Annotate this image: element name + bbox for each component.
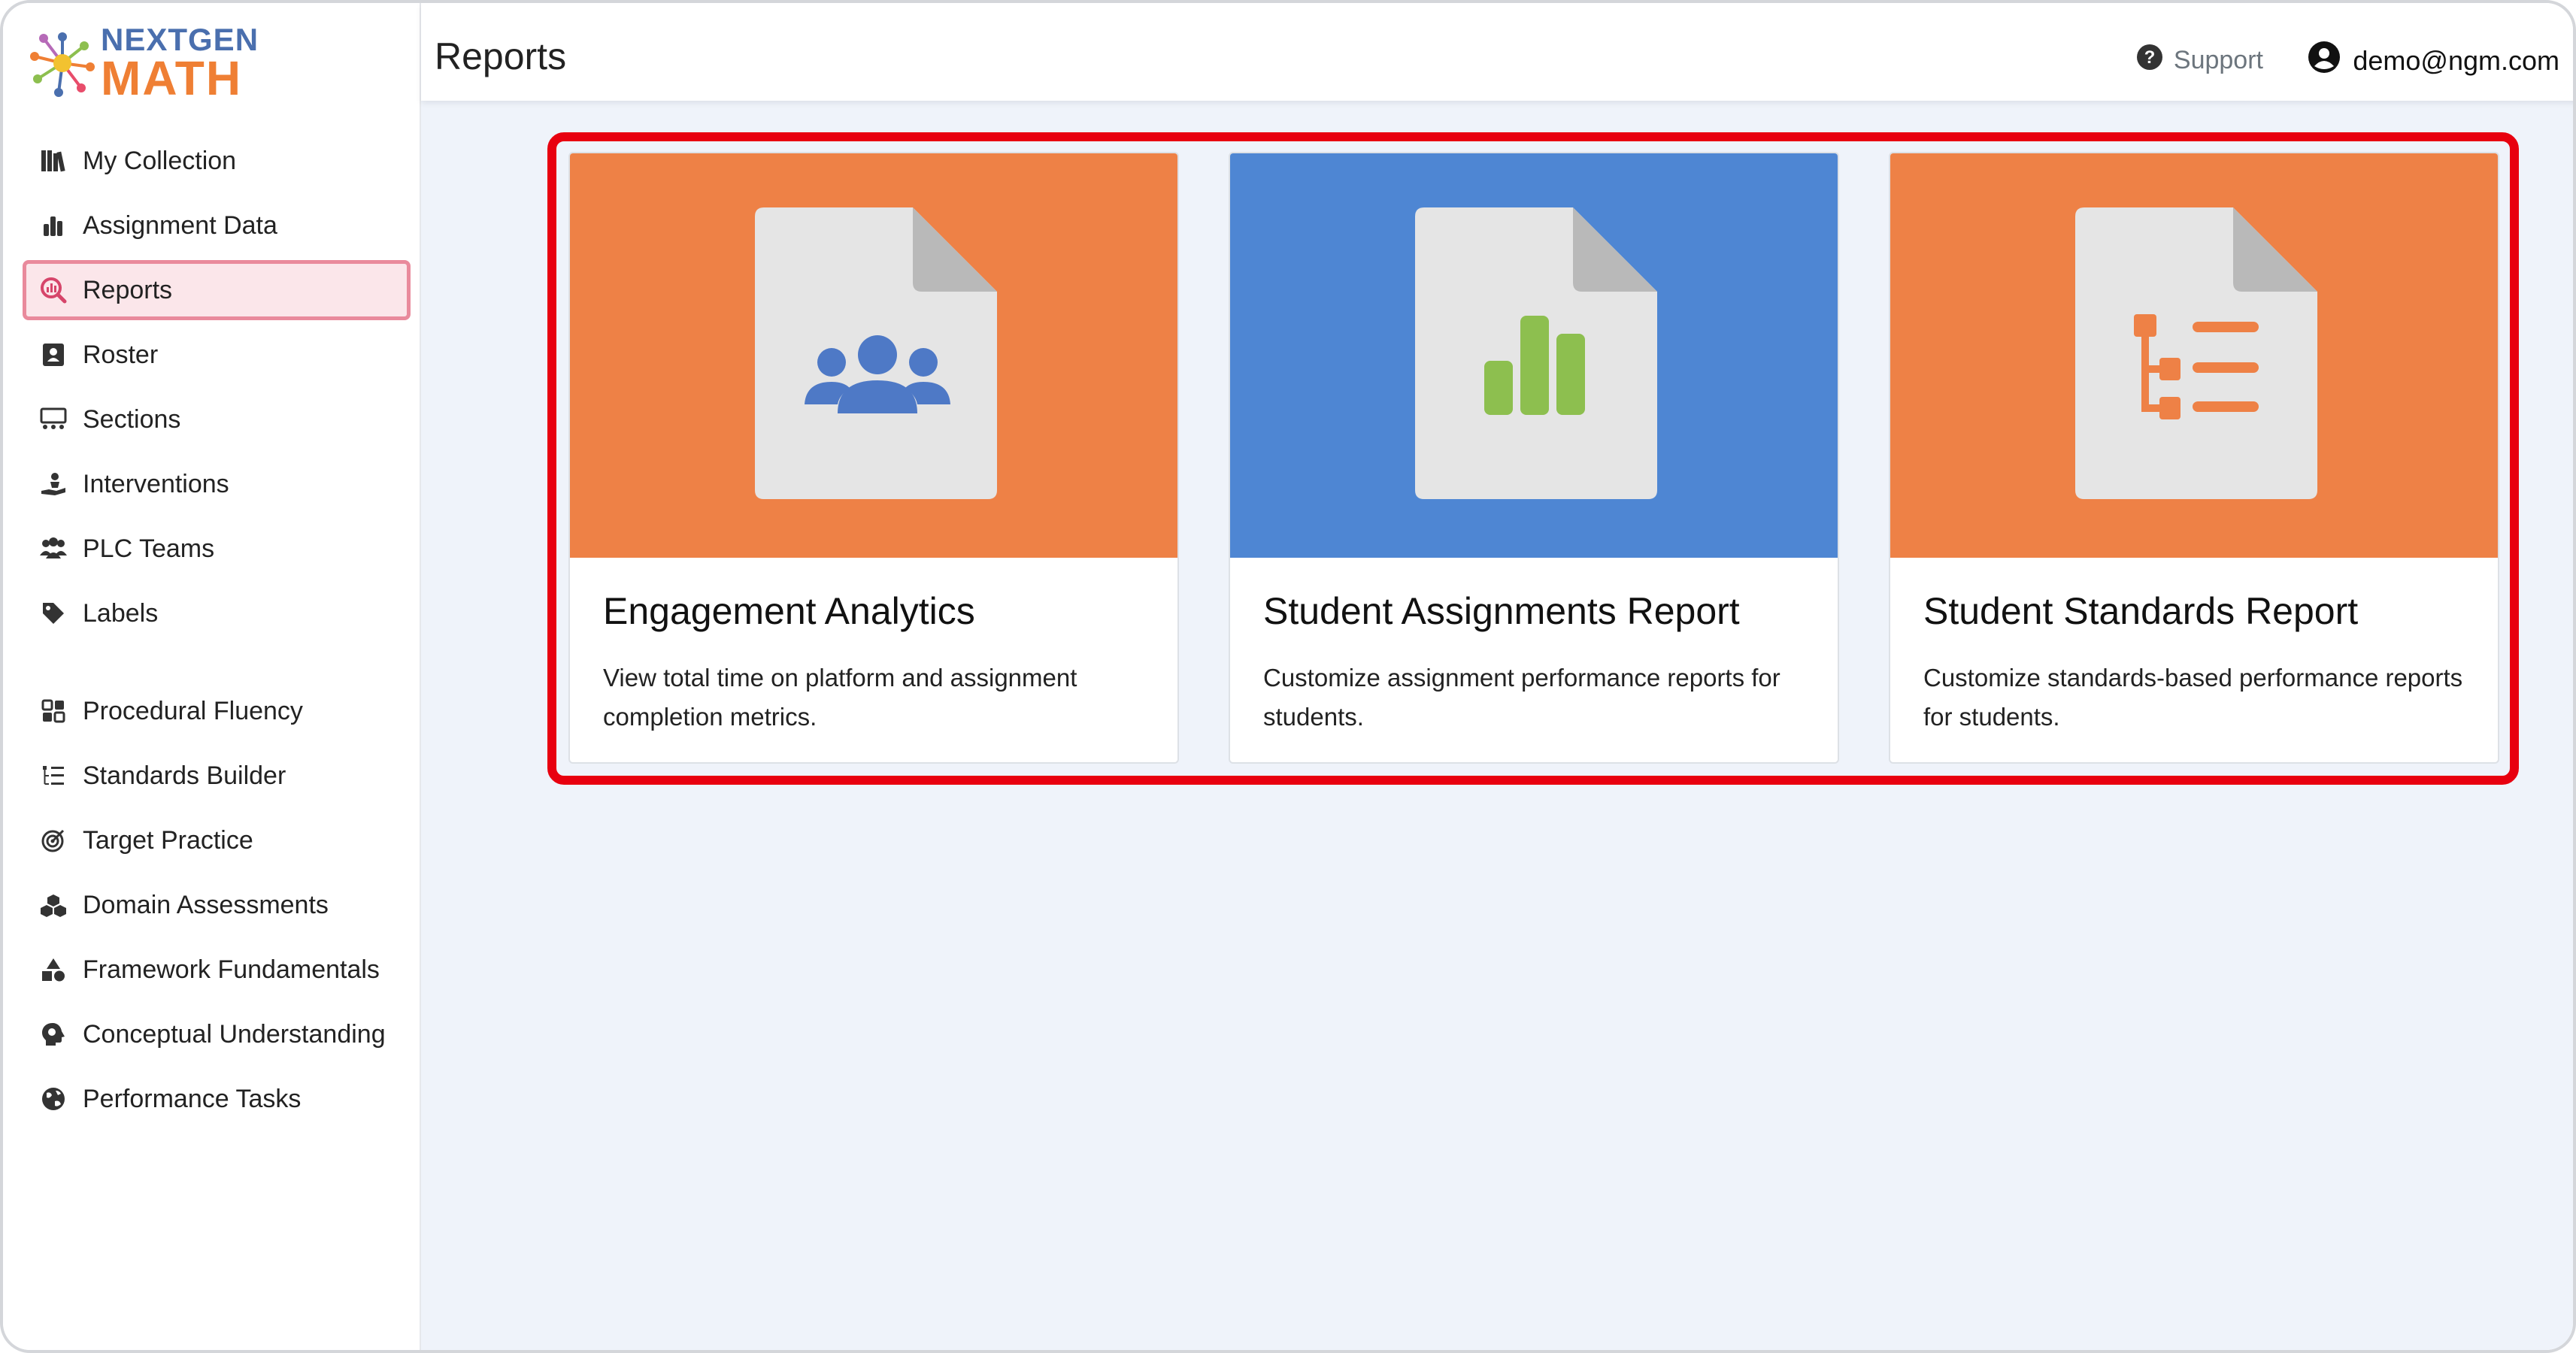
top-header: Reports ? Support demo@ngm.com [421, 3, 2573, 101]
user-email: demo@ngm.com [2353, 44, 2559, 76]
sidebar-item-target-practice[interactable]: Target Practice [23, 810, 411, 870]
card-description: Customize standards-based performance re… [1923, 664, 2463, 731]
id-badge-icon [38, 339, 69, 371]
page-title: Reports [435, 35, 567, 77]
card-title: Engagement Analytics [603, 590, 975, 632]
head-brain-icon [38, 1019, 69, 1050]
sidebar-item-label: Reports [83, 275, 173, 304]
bar-chart-icon [38, 210, 69, 241]
tag-icon [38, 598, 69, 629]
sidebar-item-interventions[interactable]: Interventions [23, 454, 411, 514]
sidebar: NEXTGEN MATH My Collection Assignment Da… [3, 3, 421, 1350]
help-circle-icon: ? [2136, 44, 2163, 77]
sidebar-item-label: Conceptual Understanding [83, 1019, 386, 1049]
card-title: Student Standards Report [1923, 590, 2359, 632]
sidebar-item-label: Performance Tasks [83, 1084, 302, 1113]
sidebar-item-label: Target Practice [83, 825, 253, 855]
report-card-student-standards[interactable]: Student Standards Report Customize stand… [1889, 152, 2499, 764]
main-content: Engagement Analytics View total time on … [421, 101, 2573, 1350]
sidebar-item-assignment-data[interactable]: Assignment Data [23, 195, 411, 256]
sidebar-item-label: Sections [83, 404, 181, 434]
tree-list-icon [2134, 314, 2259, 419]
sidebar-item-reports[interactable]: Reports [23, 260, 411, 320]
svg-text:?: ? [2144, 47, 2156, 68]
app-window: NEXTGEN MATH My Collection Assignment Da… [0, 0, 2576, 1353]
grid-icon [38, 695, 69, 727]
card-description: Customize assignment performance reports… [1263, 664, 1780, 731]
card-title: Student Assignments Report [1263, 590, 1740, 632]
sidebar-item-roster[interactable]: Roster [23, 325, 411, 385]
sidebar-item-label: Roster [83, 340, 159, 369]
target-icon [38, 825, 69, 856]
classroom-icon [38, 404, 69, 435]
magnifier-chart-icon [38, 274, 69, 306]
cubes-icon [38, 889, 69, 921]
shapes-icon [38, 954, 69, 985]
support-link[interactable]: ? Support [2136, 44, 2263, 77]
report-cards: Engagement Analytics View total time on … [568, 152, 2499, 764]
books-icon [38, 145, 69, 177]
user-circle-icon [2308, 41, 2341, 80]
report-card-student-assignments[interactable]: Student Assignments Report Customize ass… [1229, 152, 1839, 764]
people-group-icon [38, 533, 69, 565]
report-card-engagement-analytics[interactable]: Engagement Analytics View total time on … [568, 152, 1179, 764]
sidebar-item-label: My Collection [83, 146, 237, 175]
sidebar-item-standards-builder[interactable]: Standards Builder [23, 746, 411, 806]
hand-person-icon [38, 468, 69, 500]
card-banner [570, 153, 1177, 558]
sidebar-item-conceptual-understanding[interactable]: Conceptual Understanding [23, 1004, 411, 1064]
card-banner [1230, 153, 1838, 558]
sidebar-item-procedural-fluency[interactable]: Procedural Fluency [23, 681, 411, 741]
support-label: Support [2173, 46, 2263, 74]
sidebar-item-label: PLC Teams [83, 534, 215, 563]
sidebar-item-label: Procedural Fluency [83, 696, 303, 725]
sidebar-item-label: Labels [83, 598, 159, 628]
card-description: View total time on platform and assignme… [603, 664, 1077, 731]
users-group-icon [805, 335, 950, 413]
sidebar-item-domain-assessments[interactable]: Domain Assessments [23, 875, 411, 935]
sidebar-item-performance-tasks[interactable]: Performance Tasks [23, 1069, 411, 1129]
sidebar-item-my-collection[interactable]: My Collection [23, 131, 411, 191]
sidebar-item-label: Domain Assessments [83, 890, 329, 919]
brand-line2: MATH [101, 51, 243, 105]
logo-network-icon [30, 29, 95, 97]
sidebar-item-framework-fundamentals[interactable]: Framework Fundamentals [23, 940, 411, 1000]
bar-chart-icon [1484, 316, 1585, 415]
sidebar-item-label: Interventions [83, 469, 229, 498]
card-banner [1890, 153, 2498, 558]
brand-logo[interactable]: NEXTGEN MATH [30, 24, 259, 102]
sidebar-item-label: Assignment Data [83, 210, 277, 240]
sidebar-item-sections[interactable]: Sections [23, 389, 411, 449]
tree-list-icon [38, 760, 69, 792]
sidebar-item-plc-teams[interactable]: PLC Teams [23, 519, 411, 579]
sidebar-item-labels[interactable]: Labels [23, 583, 411, 643]
globe-icon [38, 1083, 69, 1115]
sidebar-item-label: Standards Builder [83, 761, 286, 790]
user-menu[interactable]: demo@ngm.com [2308, 41, 2559, 80]
sidebar-nav: My Collection Assignment Data Reports Ro… [23, 131, 411, 1134]
sidebar-item-label: Framework Fundamentals [83, 955, 380, 984]
